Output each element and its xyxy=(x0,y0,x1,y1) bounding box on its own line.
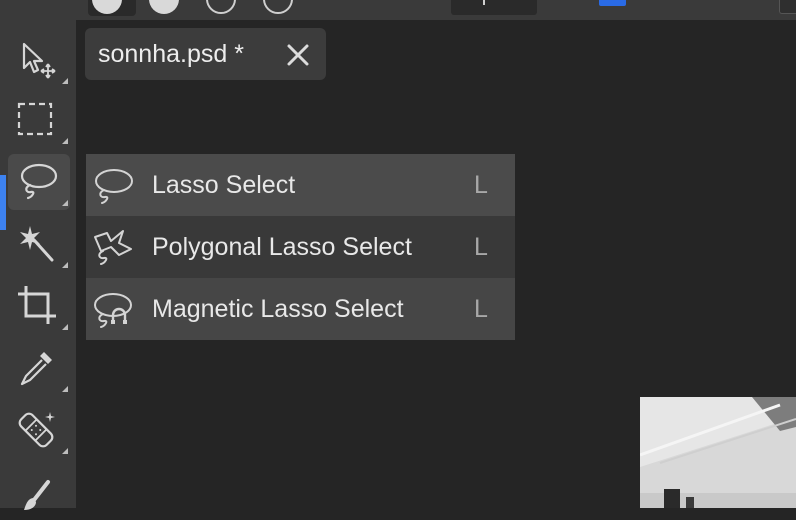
menu-item-lasso-select[interactable]: Lasso Select L xyxy=(86,154,515,216)
polygonal-lasso-icon xyxy=(94,230,132,265)
submenu-indicator xyxy=(62,448,68,454)
tools-panel xyxy=(0,20,76,510)
menu-item-label: Magnetic Lasso Select xyxy=(152,295,404,323)
magic-wand-icon xyxy=(20,226,54,262)
option-toggle[interactable] xyxy=(599,0,626,6)
healing-tool[interactable] xyxy=(8,402,70,458)
move-tool[interactable] xyxy=(8,32,70,88)
menu-item-magnetic-lasso-select[interactable]: Magnetic Lasso Select L xyxy=(86,278,515,340)
menu-item-polygonal-lasso-select[interactable]: Polygonal Lasso Select L xyxy=(86,216,515,278)
move-arrow-icon xyxy=(22,42,56,79)
submenu-indicator xyxy=(62,262,68,268)
shape-option-2[interactable] xyxy=(149,0,179,14)
option-value-field[interactable] xyxy=(451,0,537,15)
menu-item-shortcut: L xyxy=(474,171,488,199)
marquee-tool[interactable] xyxy=(8,92,70,148)
shape-option-4[interactable] xyxy=(263,0,293,14)
field-cursor xyxy=(483,0,485,5)
lasso-tool-flyout: Lasso Select L Polygonal Lasso Select L … xyxy=(86,154,515,340)
document-tab[interactable]: sonnha.psd * xyxy=(85,28,326,80)
canvas-image[interactable] xyxy=(640,397,796,508)
menu-item-shortcut: L xyxy=(474,295,488,323)
canvas-image-content xyxy=(640,397,796,508)
lasso-icon xyxy=(95,169,133,204)
lasso-tool[interactable] xyxy=(8,154,70,210)
menu-item-label: Lasso Select xyxy=(152,171,296,199)
brush-tool[interactable] xyxy=(8,464,70,520)
options-bar xyxy=(0,0,796,20)
active-tool-indicator xyxy=(0,175,6,230)
submenu-indicator xyxy=(62,200,68,206)
bandage-icon xyxy=(18,412,55,448)
submenu-indicator xyxy=(62,324,68,330)
eyedropper-icon xyxy=(20,352,52,386)
crop-tool[interactable] xyxy=(8,278,70,334)
menu-item-shortcut: L xyxy=(474,233,488,261)
submenu-indicator xyxy=(62,386,68,392)
shape-option-3[interactable] xyxy=(206,0,236,14)
crop-icon xyxy=(18,286,56,324)
magic-wand-tool[interactable] xyxy=(8,216,70,272)
close-icon[interactable] xyxy=(285,42,311,68)
lasso-icon xyxy=(20,163,58,200)
options-menu-button[interactable] xyxy=(779,0,796,14)
brush-icon xyxy=(24,480,50,510)
marquee-rect-icon xyxy=(17,102,53,136)
submenu-indicator xyxy=(62,78,68,84)
magnetic-lasso-icon xyxy=(94,293,132,328)
eyedropper-tool[interactable] xyxy=(8,340,70,396)
menu-item-label: Polygonal Lasso Select xyxy=(152,233,412,261)
document-tab-title: sonnha.psd * xyxy=(98,40,244,68)
submenu-indicator xyxy=(62,138,68,144)
